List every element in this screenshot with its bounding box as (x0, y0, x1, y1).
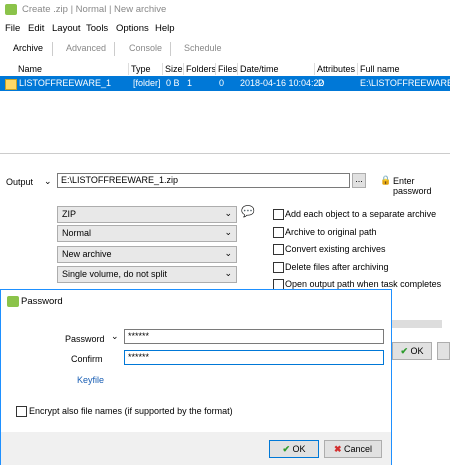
app-icon (5, 4, 17, 15)
ok-label: OK (292, 444, 306, 454)
progress-bar (392, 320, 442, 328)
tab-console[interactable]: Console (129, 43, 162, 53)
tab-separator (52, 42, 53, 56)
tab-separator (114, 42, 115, 56)
lock-icon[interactable]: 🔒 (380, 175, 391, 186)
menu-layout[interactable]: Layout (52, 23, 81, 34)
folder-icon (5, 79, 17, 90)
split-combo[interactable]: Single volume, do not split ⌄ (57, 266, 237, 283)
col-folders[interactable]: Folders (186, 64, 216, 74)
col-separator (314, 63, 315, 75)
compression-value: Normal (62, 228, 92, 238)
output-path-field[interactable]: E:\LISTOFFREEWARE_1.zip (57, 173, 350, 188)
col-separator (237, 63, 238, 75)
update-mode-value: New archive (62, 249, 112, 259)
cancel-label: Cancel (344, 444, 373, 454)
main-ok-label: OK (410, 346, 424, 356)
output-label: Output (6, 177, 34, 187)
row-datetime: 2018-04-16 10:04:22 (240, 78, 324, 88)
delete-files-checkbox[interactable] (273, 262, 284, 273)
row-size: 0 B (166, 78, 180, 88)
tab-schedule[interactable]: Schedule (184, 43, 222, 53)
password-field[interactable]: ****** (124, 329, 384, 344)
confirm-field[interactable]: ****** (124, 350, 384, 365)
col-separator (357, 63, 358, 75)
row-attributes: D (318, 78, 325, 88)
compression-combo[interactable]: Normal ⌄ (57, 225, 237, 242)
delete-files-label: Delete files after archiving (285, 262, 389, 272)
check-icon: ✔ (400, 346, 408, 356)
encrypt-filenames-label: Encrypt also file names (if supported by… (29, 406, 233, 416)
confirm-label: Confirm (71, 354, 103, 364)
chevron-down-icon: ⌄ (224, 208, 232, 218)
col-attributes[interactable]: Attributes (317, 64, 355, 74)
chevron-down-icon: ⌄ (224, 248, 232, 258)
main-ok-button[interactable]: ✔ OK (392, 342, 432, 360)
row-type: [folder] (133, 78, 161, 88)
original-path-checkbox[interactable] (273, 227, 284, 238)
tab-separator (170, 42, 171, 56)
title-bar: Create .zip | Normal | New archive (0, 0, 450, 20)
split-value: Single volume, do not split (62, 269, 168, 279)
col-separator (162, 63, 163, 75)
update-mode-combo[interactable]: New archive ⌄ (57, 246, 237, 263)
col-separator (183, 63, 184, 75)
row-files: 0 (219, 78, 225, 88)
convert-archives-checkbox[interactable] (273, 244, 284, 255)
menu-edit[interactable]: Edit (28, 23, 44, 34)
convert-archives-label: Convert existing archives (285, 244, 386, 254)
encrypt-filenames-checkbox[interactable] (16, 406, 27, 417)
format-combo[interactable]: ZIP ⌄ (57, 206, 237, 223)
tab-bar: Archive Advanced Console Schedule (0, 37, 450, 61)
menu-options[interactable]: Options (116, 23, 149, 34)
app-icon (7, 296, 19, 307)
col-fullname[interactable]: Full name (360, 64, 400, 74)
col-name[interactable]: Name (18, 64, 42, 74)
col-separator (128, 63, 129, 75)
cancel-button[interactable]: ✖ Cancel (324, 440, 382, 458)
table-row[interactable]: LISTOFFREEWARE_1 [folder] 0 B 1 0 2018-0… (0, 76, 450, 91)
browse-button[interactable]: ... (352, 173, 366, 188)
row-folders: 1 (187, 78, 193, 88)
check-icon: ✔ (282, 444, 290, 454)
comment-icon[interactable]: 💬 (241, 205, 255, 218)
open-output-label: Open output path when task completes (285, 279, 442, 289)
window-title: Create .zip | Normal | New archive (22, 4, 167, 15)
close-icon: ✖ (333, 444, 342, 454)
format-value: ZIP (62, 209, 77, 219)
pwd-chevron-down-icon[interactable]: ⌄ (111, 331, 119, 342)
separate-archive-checkbox[interactable] (273, 209, 284, 220)
tab-archive[interactable]: Archive (13, 43, 43, 53)
col-type[interactable]: Type (131, 64, 151, 74)
dialog-title-bar: Password (1, 290, 391, 312)
enter-password-link[interactable]: Enter password (393, 176, 450, 196)
dialog-title: Password (21, 296, 63, 307)
col-datetime[interactable]: Date/time (240, 64, 279, 74)
password-label: Password (65, 334, 105, 344)
menu-help[interactable]: Help (155, 23, 175, 34)
separate-archive-label: Add each object to a separate archive (285, 209, 437, 219)
col-size[interactable]: Size (165, 64, 183, 74)
row-name: LISTOFFREEWARE_1 (19, 78, 112, 88)
menu-file[interactable]: File (5, 23, 20, 34)
col-separator (215, 63, 216, 75)
dialog-button-bar: ✔ OK ✖ Cancel (1, 432, 391, 465)
password-dialog: Password Password ⌄ ****** Confirm *****… (0, 289, 392, 465)
keyfile-link[interactable]: Keyfile (77, 375, 104, 385)
row-fullname: E:\LISTOFFREEWARE_1 (360, 78, 450, 88)
col-files[interactable]: Files (218, 64, 237, 74)
output-history-chevron-icon[interactable]: ⌄ (44, 176, 52, 187)
tab-advanced[interactable]: Advanced (66, 43, 106, 53)
original-path-label: Archive to original path (285, 227, 377, 237)
ok-button[interactable]: ✔ OK (269, 440, 319, 458)
file-list[interactable]: Name Type Size Folders Files Date/time A… (0, 60, 450, 154)
menu-bar: File Edit Layout Tools Options Help (0, 20, 450, 37)
chevron-down-icon: ⌄ (224, 227, 232, 237)
main-cancel-button-partial[interactable] (437, 342, 450, 360)
menu-tools[interactable]: Tools (86, 23, 108, 34)
chevron-down-icon: ⌄ (224, 268, 232, 278)
